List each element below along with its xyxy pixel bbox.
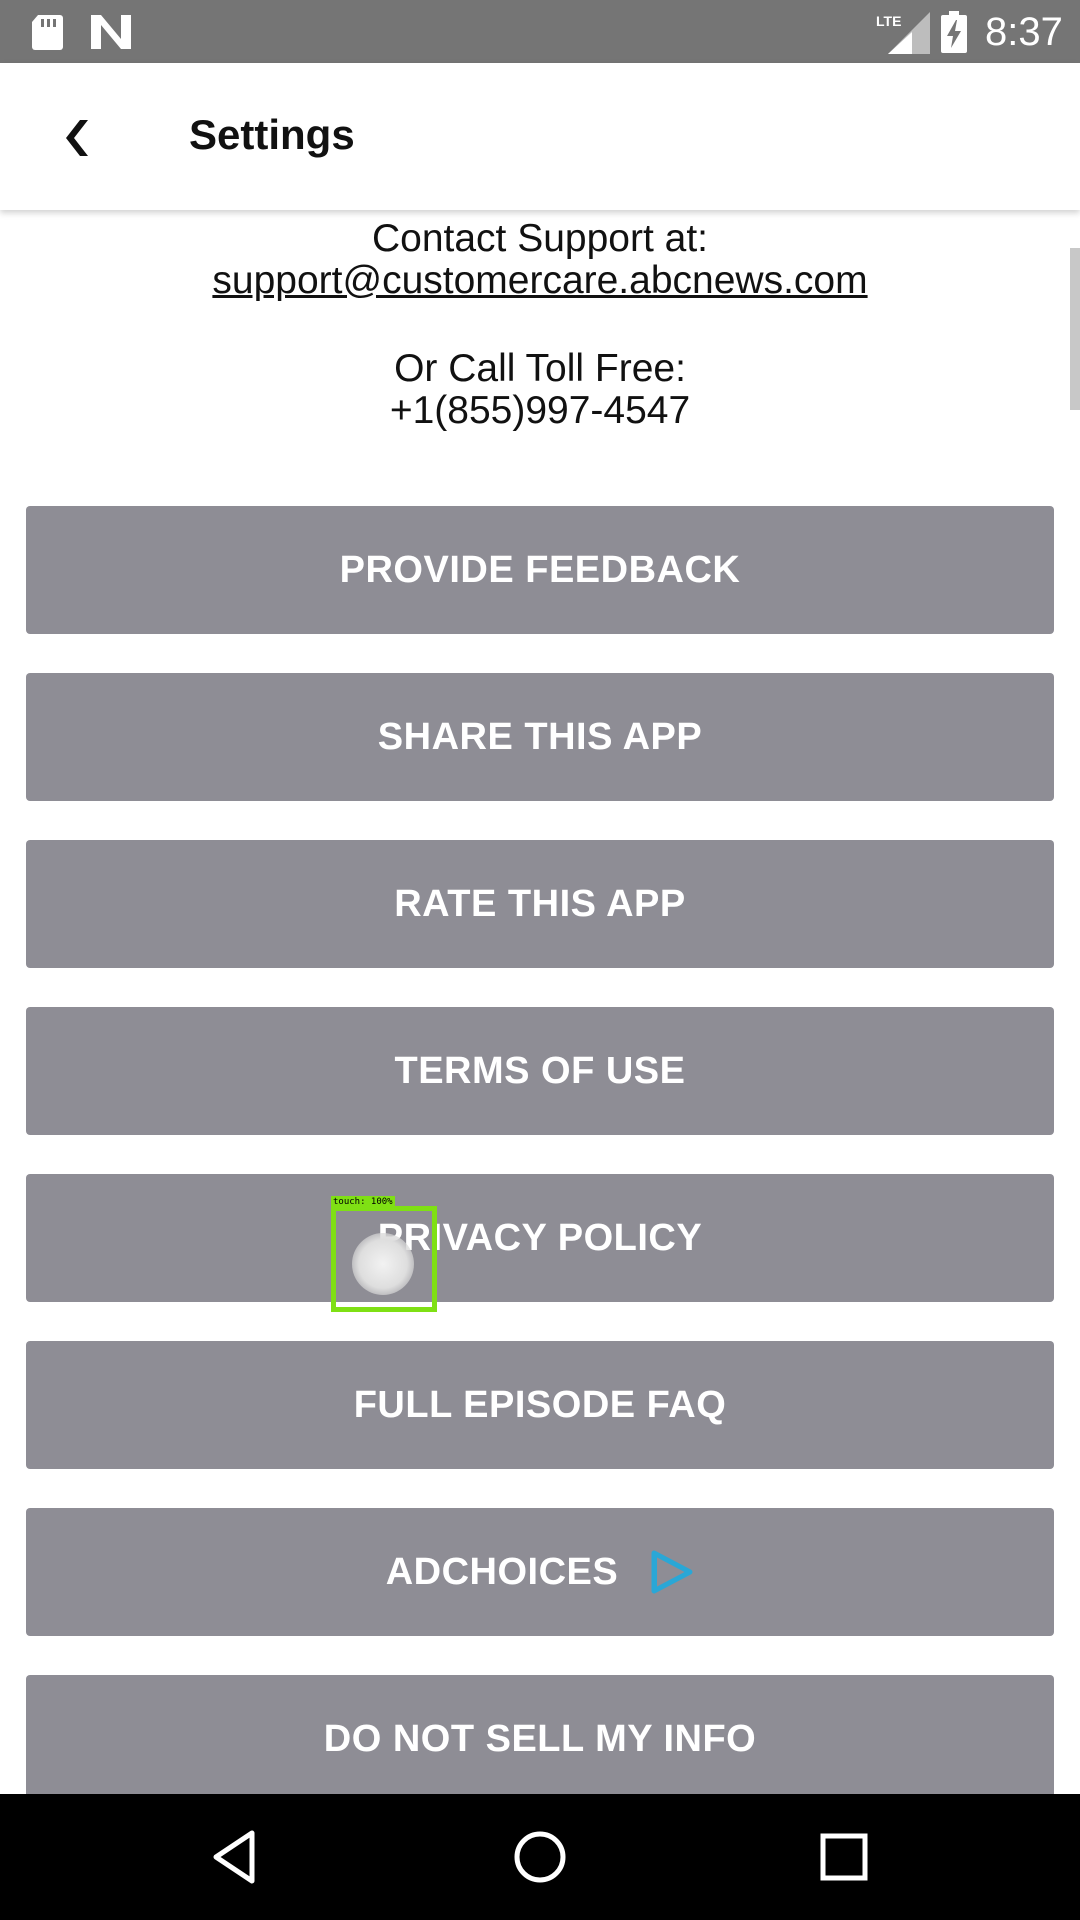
adchoices-icon: [651, 1550, 693, 1594]
share-app-button[interactable]: SHARE THIS APP: [26, 673, 1054, 801]
page-title: Settings: [189, 111, 355, 158]
support-label: Contact Support at:: [371, 217, 709, 260]
provide-feedback-button[interactable]: PROVIDE FEEDBACK: [26, 506, 1054, 634]
do-not-sell-button[interactable]: DO NOT SELL MY INFO: [26, 1675, 1054, 1803]
status-time: 8:37: [985, 10, 1063, 54]
button-label: PROVIDE FEEDBACK: [339, 548, 741, 591]
button-label: DO NOT SELL MY INFO: [323, 1717, 757, 1760]
button-label: SHARE THIS APP: [377, 715, 703, 758]
phone-number[interactable]: +1(855)997-4547: [0, 390, 1080, 432]
app-bar: Settings: [0, 63, 1080, 210]
nav-bar: [0, 1794, 1080, 1920]
settings-content[interactable]: Contact Support at: support@customercare…: [0, 210, 1080, 1803]
lte-signal-icon: LTE: [876, 12, 930, 54]
recents-square-icon[interactable]: [814, 1827, 874, 1887]
support-email-link[interactable]: support@customercare.abcnews.com: [212, 260, 867, 302]
battery-charging-icon: [941, 11, 967, 53]
button-label: RATE THIS APP: [394, 882, 686, 925]
button-label: ADCHOICES: [385, 1550, 619, 1593]
rate-app-button[interactable]: RATE THIS APP: [26, 840, 1054, 968]
terms-of-use-button[interactable]: TERMS OF USE: [26, 1007, 1054, 1135]
screen: LTE 8:37 Settings Contact Support at: su…: [0, 0, 1080, 1920]
adchoices-button[interactable]: ADCHOICES: [26, 1508, 1054, 1636]
back-triangle-icon[interactable]: [206, 1827, 266, 1887]
home-circle-icon[interactable]: [510, 1827, 570, 1887]
call-label: Or Call Toll Free:: [394, 347, 686, 390]
chevron-left-icon: [66, 120, 88, 156]
back-button[interactable]: [40, 93, 110, 183]
button-label: TERMS OF USE: [394, 1049, 686, 1092]
touch-label: touch: 100%: [331, 1196, 395, 1209]
contact-block: Contact Support at: support@customercare…: [0, 218, 1080, 432]
lte-label: LTE: [876, 13, 901, 29]
privacy-policy-button[interactable]: PRIVACY POLICY: [26, 1174, 1054, 1302]
touch-highlight-box: [331, 1206, 437, 1312]
full-episode-faq-button[interactable]: FULL EPISODE FAQ: [26, 1341, 1054, 1469]
button-label: FULL EPISODE FAQ: [353, 1383, 727, 1426]
status-bar: LTE 8:37: [0, 0, 1080, 63]
n-icon: [91, 15, 131, 49]
sd-card-icon: [32, 15, 63, 50]
